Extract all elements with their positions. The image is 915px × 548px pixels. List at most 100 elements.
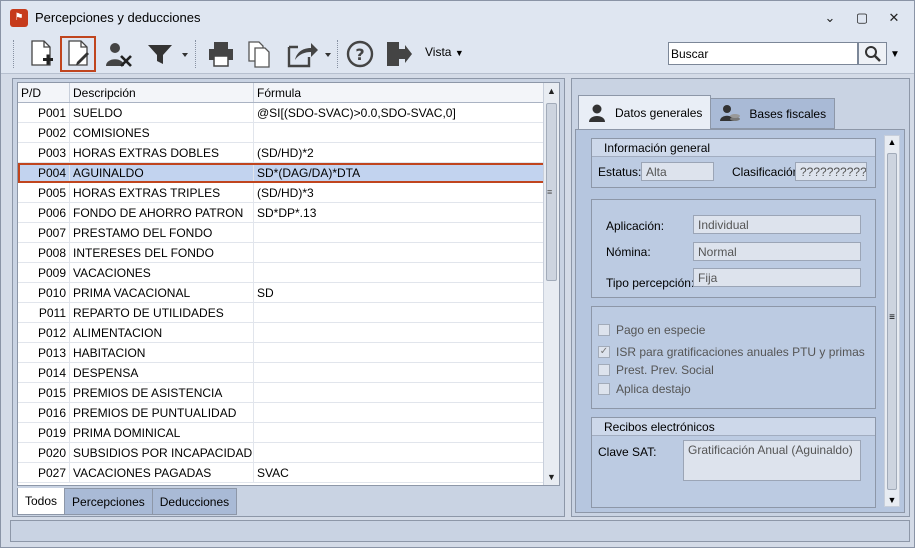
isr-gratificaciones-checkbox[interactable]: ✓ ISR para gratificaciones anuales PTU y … [598,345,865,359]
clasificacion-field[interactable]: ?????????? [795,162,867,181]
column-header-formula[interactable]: Fórmula [254,83,544,102]
scroll-down-arrow-icon[interactable]: ▼ [885,495,899,505]
table-row[interactable]: P006 FONDO DE AHORRO PATRON SD*DP*.13 [18,203,559,223]
table-row[interactable]: P002 COMISIONES [18,123,559,143]
title-bar: ⚑ Percepciones y deducciones ⌄ ▢ ✕ [1,1,914,34]
edit-button[interactable] [60,36,96,72]
table-row[interactable]: P009 VACACIONES [18,263,559,283]
export-icon [287,43,331,68]
details-group: Aplicación: Individual Nómina: Normal Ti… [591,199,876,298]
row-pd-cell: P004 [18,163,70,182]
table-row[interactable]: P011 REPARTO DE UTILIDADES [18,303,559,323]
toolbar: ? Vista ▼ Buscar ▼ [1,34,914,74]
row-pd-cell: P009 [18,263,70,282]
grid-header: P/D Descripción Fórmula [18,83,559,103]
pago-especie-checkbox[interactable]: Pago en especie [598,323,705,337]
row-description-cell: HABITACION [70,343,254,362]
search-options-dropdown[interactable]: ▼ [890,46,900,60]
row-description-cell: AGUINALDO [70,163,254,182]
minimize-button[interactable]: ⌄ [818,8,842,28]
row-description-cell: SUELDO [70,103,254,122]
tab-bases-fiscales[interactable]: Bases fiscales [710,98,836,129]
scroll-up-arrow-icon[interactable]: ▲ [885,137,899,147]
row-formula-cell [254,223,544,242]
row-pd-cell: P019 [18,423,70,442]
view-menu[interactable]: Vista ▼ [425,45,464,59]
table-row[interactable]: P007 PRESTAMO DEL FONDO [18,223,559,243]
exit-door-icon [387,42,412,66]
clave-sat-field[interactable]: Gratificación Anual (Aguinaldo) [683,440,861,481]
table-row[interactable]: P020 SUBSIDIOS POR INCAPACIDAD [18,443,559,463]
tab-todos[interactable]: Todos [17,488,66,515]
print-button[interactable] [203,36,239,72]
row-formula-cell: SD*DP*.13 [254,203,544,222]
remove-user-icon [106,43,132,67]
tab-percepciones[interactable]: Percepciones [64,488,153,515]
prest-prev-social-checkbox[interactable]: Prest. Prev. Social [598,363,714,377]
row-pd-cell: P015 [18,383,70,402]
column-header-pd[interactable]: P/D [18,83,70,102]
table-row[interactable]: P004 AGUINALDO SD*(DAG/DA)*DTA [18,163,559,183]
search-button[interactable] [858,42,887,65]
detail-scrollbar[interactable]: ▲ ≡ ▼ [884,135,900,507]
column-header-description[interactable]: Descripción [70,83,254,102]
row-description-cell: PRIMA DOMINICAL [70,423,254,442]
clave-sat-label: Clave SAT: [598,445,657,459]
row-formula-cell [254,383,544,402]
new-button[interactable] [24,36,58,72]
row-description-cell: VACACIONES PAGADAS [70,463,254,482]
tab-datos-generales[interactable]: Datos generales [578,95,712,129]
table-row[interactable]: P012 ALIMENTACION [18,323,559,343]
table-row[interactable]: P010 PRIMA VACACIONAL SD [18,283,559,303]
table-row[interactable]: P001 SUELDO @SI[(SDO-SVAC)>0.0,SDO-SVAC,0] [18,103,559,123]
row-description-cell: HORAS EXTRAS TRIPLES [70,183,254,202]
tipo-percepcion-field[interactable]: Fija [693,268,861,287]
row-pd-cell: P011 [18,303,70,322]
edit-document-icon [68,40,89,66]
prest-prev-social-label: Prest. Prev. Social [616,363,714,377]
table-row[interactable]: P019 PRIMA DOMINICAL [18,423,559,443]
aplica-destajo-label: Aplica destajo [616,382,691,396]
table-row[interactable]: P027 VACACIONES PAGADAS SVAC [18,463,559,483]
scroll-down-arrow-icon[interactable]: ▼ [544,469,559,485]
row-pd-cell: P007 [18,223,70,242]
search-input[interactable]: Buscar [668,42,858,65]
filter-button[interactable] [144,36,190,72]
table-row[interactable]: P003 HORAS EXTRAS DOBLES (SD/HD)*2 [18,143,559,163]
maximize-button[interactable]: ▢ [850,8,874,28]
grid-scrollbar[interactable]: ▲ ≡ ▼ [543,83,559,485]
row-pd-cell: P013 [18,343,70,362]
table-row[interactable]: P016 PREMIOS DE PUNTUALIDAD [18,403,559,423]
aplicacion-field[interactable]: Individual [693,215,861,234]
delete-button[interactable] [100,36,136,72]
row-description-cell: PRIMA VACACIONAL [70,283,254,302]
estatus-label: Estatus: [598,165,642,179]
row-pd-cell: P027 [18,463,70,482]
estatus-field[interactable]: Alta [641,162,714,181]
clasificacion-label: Clasificación: [732,165,803,179]
nomina-field[interactable]: Normal [693,242,861,261]
row-pd-cell: P012 [18,323,70,342]
table-row[interactable]: P008 INTERESES DEL FONDO [18,243,559,263]
detail-panel: Datos generales Bases fiscales Informaci… [571,78,910,517]
row-formula-cell: (SD/HD)*2 [254,143,544,162]
export-button[interactable] [283,36,333,72]
row-description-cell: COMISIONES [70,123,254,142]
help-button[interactable]: ? [343,36,377,72]
aplicacion-label: Aplicación: [606,219,665,233]
help-icon: ? [346,40,374,68]
close-button[interactable]: ✕ [882,8,906,28]
scroll-up-arrow-icon[interactable]: ▲ [544,83,559,99]
row-description-cell: HORAS EXTRAS DOBLES [70,143,254,162]
table-row[interactable]: P005 HORAS EXTRAS TRIPLES (SD/HD)*3 [18,183,559,203]
toolbar-separator [195,40,196,68]
tab-deducciones[interactable]: Deducciones [151,488,238,515]
aplica-destajo-checkbox[interactable]: Aplica destajo [598,382,691,396]
exit-button[interactable] [381,36,415,72]
table-row[interactable]: P014 DESPENSA [18,363,559,383]
row-formula-cell [254,443,544,462]
table-row[interactable]: P013 HABITACION [18,343,559,363]
perceptions-grid: P/D Descripción Fórmula P001 SUELDO @SI[(S… [17,82,560,486]
table-row[interactable]: P015 PREMIOS DE ASISTENCIA [18,383,559,403]
copy-button[interactable] [241,36,277,72]
